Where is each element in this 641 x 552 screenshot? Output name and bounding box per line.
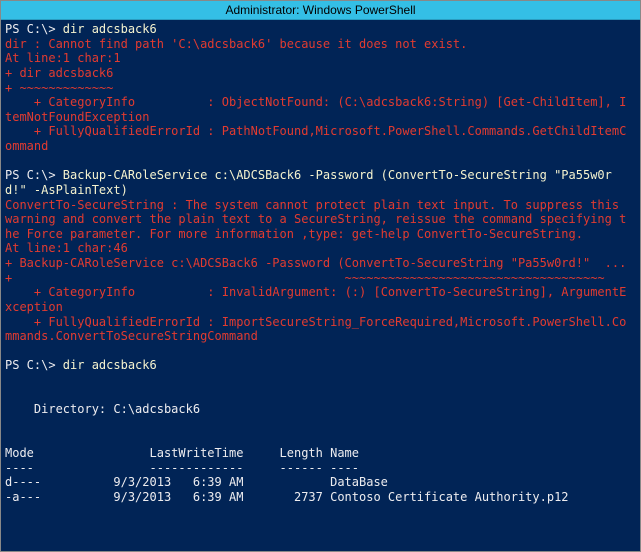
prompt: PS C:\> xyxy=(5,168,63,182)
command-text: Backup-CARoleService c:\ADCSBack6 -Passw… xyxy=(5,168,612,197)
dir-output: Directory: C:\adcsback6 Mode LastWriteTi… xyxy=(5,402,569,504)
error-output: dir : Cannot find path 'C:\adcsback6' be… xyxy=(5,37,626,153)
title-bar[interactable]: Administrator: Windows PowerShell xyxy=(1,1,640,20)
powershell-window: Administrator: Windows PowerShell PS C:\… xyxy=(0,0,641,552)
prompt: PS C:\> xyxy=(5,358,63,372)
window-title: Administrator: Windows PowerShell xyxy=(225,3,415,17)
command-text: dir adcsback6 xyxy=(63,358,157,372)
error-output: ConvertTo-SecureString : The system cann… xyxy=(5,198,626,344)
prompt: PS C:\> xyxy=(5,22,63,36)
terminal-viewport[interactable]: PS C:\> dir adcsback6 dir : Cannot find … xyxy=(1,20,640,551)
command-text: dir adcsback6 xyxy=(63,22,157,36)
